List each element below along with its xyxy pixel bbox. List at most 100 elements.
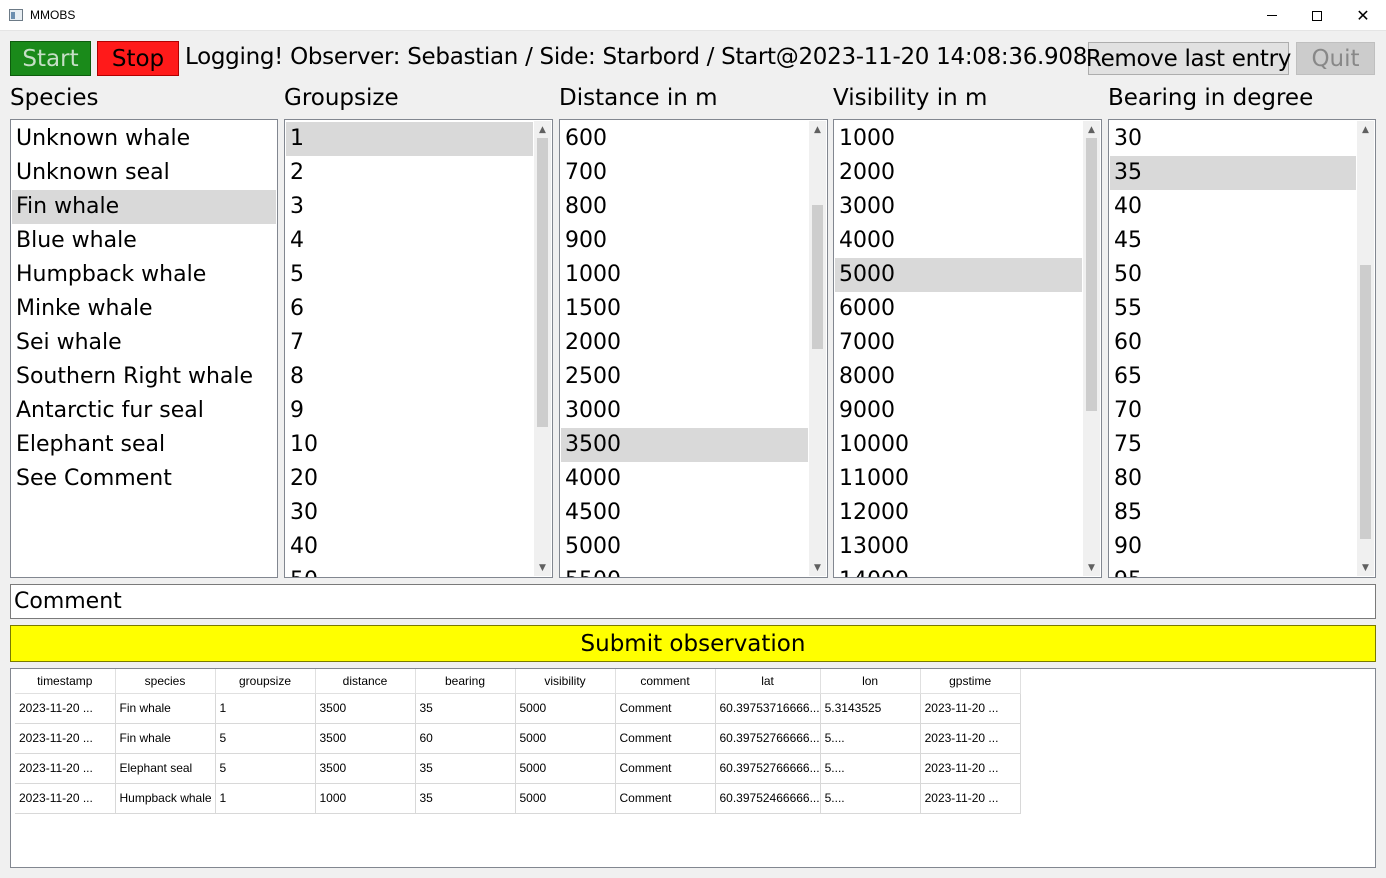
column-header-groupsize[interactable]: groupsize — [215, 669, 316, 694]
species-list-item[interactable]: Fin whale — [12, 190, 276, 224]
column-header-gpstime[interactable]: gpstime — [920, 669, 1021, 694]
table-cell-distance[interactable]: 1000 — [315, 783, 416, 814]
bearing-list-item[interactable]: 40 — [1110, 190, 1356, 224]
visibility-list-item[interactable]: 13000 — [835, 530, 1082, 564]
table-cell-timestamp[interactable]: 2023-11-20 ... — [15, 693, 116, 724]
groupsize-list-item[interactable]: 30 — [286, 496, 533, 530]
scrollbar-thumb[interactable] — [537, 138, 548, 427]
scroll-up-arrow-icon[interactable]: ▲ — [1083, 121, 1100, 138]
groupsize-list-item[interactable]: 50 — [286, 564, 533, 577]
groupsize-list-item[interactable]: 7 — [286, 326, 533, 360]
table-row[interactable]: 2023-11-20 ... Humpback whale 1 1000 35 5000 C… — [15, 783, 1021, 814]
table-cell-timestamp[interactable]: 2023-11-20 ... — [15, 753, 116, 784]
table-cell-gpstime[interactable]: 2023-11-20 ... — [920, 693, 1021, 724]
distance-list-item[interactable]: 1000 — [561, 258, 808, 292]
bearing-list-item[interactable]: 55 — [1110, 292, 1356, 326]
bearing-list-item[interactable]: 90 — [1110, 530, 1356, 564]
visibility-list-item[interactable]: 9000 — [835, 394, 1082, 428]
column-header-lat[interactable]: lat — [715, 669, 821, 694]
table-cell-groupsize[interactable]: 5 — [215, 723, 316, 754]
start-button[interactable]: Start — [10, 41, 91, 76]
visibility-list-item[interactable]: 2000 — [835, 156, 1082, 190]
table-row[interactable]: 2023-11-20 ... Fin whale 1 3500 35 5000 Commen… — [15, 693, 1021, 724]
bearing-scrollbar[interactable]: ▲ ▼ — [1357, 121, 1374, 576]
scroll-down-arrow-icon[interactable]: ▼ — [534, 559, 551, 576]
species-list-item[interactable]: Minke whale — [12, 292, 276, 326]
table-cell-lon[interactable]: 5.... — [820, 753, 921, 784]
species-list-item[interactable]: Blue whale — [12, 224, 276, 258]
table-cell-comment[interactable]: Comment — [615, 723, 716, 754]
groupsize-list[interactable]: 1234567891020304050 ▲ ▼ — [284, 119, 553, 578]
visibility-list-item[interactable]: 10000 — [835, 428, 1082, 462]
bearing-list-item[interactable]: 45 — [1110, 224, 1356, 258]
table-cell-distance[interactable]: 3500 — [315, 693, 416, 724]
distance-list-item[interactable]: 2500 — [561, 360, 808, 394]
submit-observation-button[interactable]: Submit observation — [10, 625, 1376, 662]
table-cell-visibility[interactable]: 5000 — [515, 783, 616, 814]
table-cell-groupsize[interactable]: 1 — [215, 783, 316, 814]
table-cell-lon[interactable]: 5.... — [820, 723, 921, 754]
bearing-list-item[interactable]: 75 — [1110, 428, 1356, 462]
groupsize-list-item[interactable]: 20 — [286, 462, 533, 496]
table-cell-gpstime[interactable]: 2023-11-20 ... — [920, 753, 1021, 784]
table-row[interactable]: 2023-11-20 ... Elephant seal 5 3500 35 5000 Co… — [15, 753, 1021, 784]
bearing-list-item[interactable]: 30 — [1110, 122, 1356, 156]
groupsize-list-item[interactable]: 9 — [286, 394, 533, 428]
species-list-item[interactable]: Antarctic fur seal — [12, 394, 276, 428]
scrollbar-thumb[interactable] — [1086, 138, 1097, 411]
table-cell-groupsize[interactable]: 1 — [215, 693, 316, 724]
bearing-list-item[interactable]: 35 — [1110, 156, 1356, 190]
species-list-item[interactable]: Sei whale — [12, 326, 276, 360]
distance-list-item[interactable]: 800 — [561, 190, 808, 224]
groupsize-list-item[interactable]: 1 — [286, 122, 533, 156]
comment-input[interactable]: Comment — [10, 584, 1376, 619]
scroll-down-arrow-icon[interactable]: ▼ — [809, 559, 826, 576]
distance-list-item[interactable]: 700 — [561, 156, 808, 190]
distance-list-item[interactable]: 4000 — [561, 462, 808, 496]
groupsize-list-item[interactable]: 2 — [286, 156, 533, 190]
quit-button[interactable]: Quit — [1296, 42, 1375, 75]
table-cell-timestamp[interactable]: 2023-11-20 ... — [15, 723, 116, 754]
visibility-list-item[interactable]: 3000 — [835, 190, 1082, 224]
column-header-visibility[interactable]: visibility — [515, 669, 616, 694]
table-cell-comment[interactable]: Comment — [615, 783, 716, 814]
visibility-list[interactable]: 1000 2000 3000 4000 5000 6000 7000 8000 9000 1000… — [833, 119, 1102, 578]
table-cell-visibility[interactable]: 5000 — [515, 723, 616, 754]
visibility-list-item[interactable]: 8000 — [835, 360, 1082, 394]
visibility-list-item[interactable]: 4000 — [835, 224, 1082, 258]
species-list-item[interactable]: Southern Right whale — [12, 360, 276, 394]
groupsize-list-item[interactable]: 40 — [286, 530, 533, 564]
groupsize-list-item[interactable]: 3 — [286, 190, 533, 224]
table-cell-distance[interactable]: 3500 — [315, 753, 416, 784]
column-header-species[interactable]: species — [115, 669, 216, 694]
species-list-item[interactable]: Elephant seal — [12, 428, 276, 462]
scroll-up-arrow-icon[interactable]: ▲ — [1357, 121, 1374, 138]
table-cell-distance[interactable]: 3500 — [315, 723, 416, 754]
maximize-button[interactable] — [1294, 0, 1340, 31]
scrollbar-thumb[interactable] — [812, 205, 823, 349]
bearing-list-item[interactable]: 65 — [1110, 360, 1356, 394]
minimize-button[interactable] — [1249, 0, 1295, 31]
bearing-list[interactable]: 3035404550556065707580859095 ▲ ▼ — [1108, 119, 1376, 578]
groupsize-list-item[interactable]: 4 — [286, 224, 533, 258]
table-cell-visibility[interactable]: 5000 — [515, 753, 616, 784]
bearing-list-item[interactable]: 50 — [1110, 258, 1356, 292]
visibility-list-item[interactable]: 11000 — [835, 462, 1082, 496]
groupsize-scrollbar[interactable]: ▲ ▼ — [534, 121, 551, 576]
visibility-list-item[interactable]: 6000 — [835, 292, 1082, 326]
species-list-item[interactable]: See Comment — [12, 462, 276, 496]
groupsize-list-item[interactable]: 5 — [286, 258, 533, 292]
groupsize-list-item[interactable]: 6 — [286, 292, 533, 326]
bearing-list-item[interactable]: 95 — [1110, 564, 1356, 577]
table-cell-lat[interactable]: 60.39752766666... — [715, 753, 821, 784]
scrollbar-thumb[interactable] — [1360, 265, 1371, 539]
visibility-list-item[interactable]: 7000 — [835, 326, 1082, 360]
table-cell-lon[interactable]: 5.3143525 — [820, 693, 921, 724]
distance-list-item[interactable]: 600 — [561, 122, 808, 156]
species-list-item[interactable]: Unknown whale — [12, 122, 276, 156]
table-cell-comment[interactable]: Comment — [615, 753, 716, 784]
visibility-list-item[interactable]: 1000 — [835, 122, 1082, 156]
distance-list-item[interactable]: 1500 — [561, 292, 808, 326]
table-cell-species[interactable]: Fin whale — [115, 723, 216, 754]
table-row[interactable]: 2023-11-20 ... Fin whale 5 3500 60 5000 Commen… — [15, 723, 1021, 754]
